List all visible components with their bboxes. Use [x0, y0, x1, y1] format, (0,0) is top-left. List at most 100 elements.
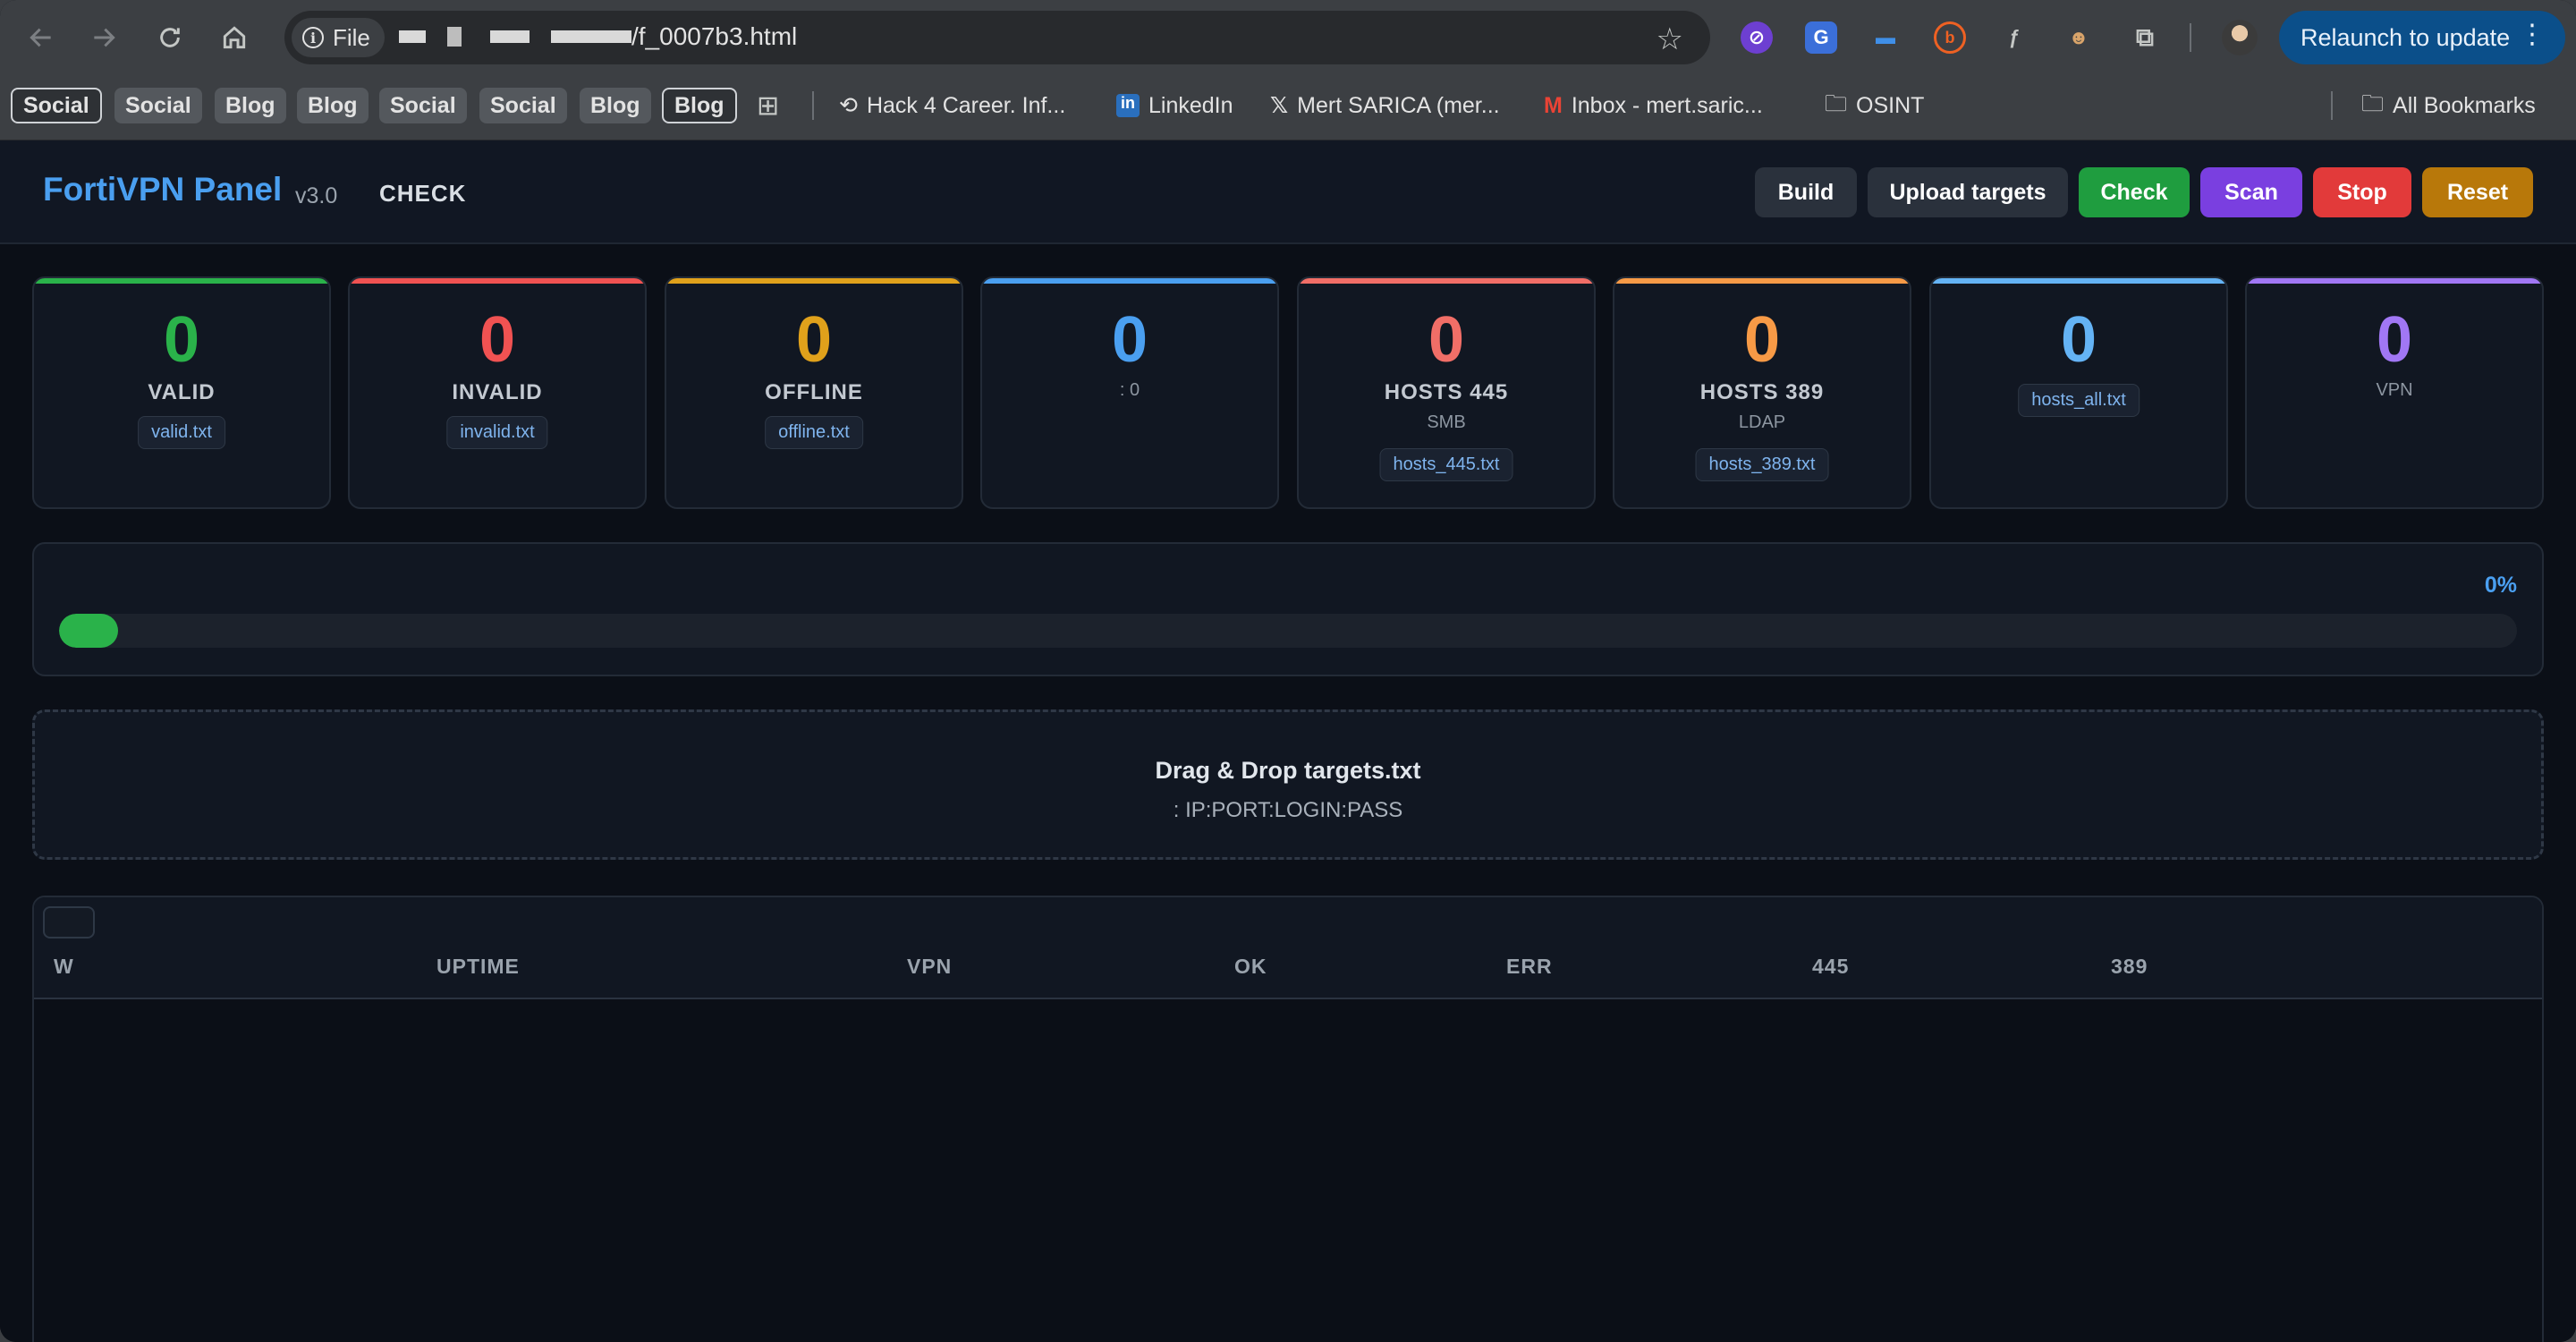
- puzzle-icon[interactable]: ⧉: [2129, 21, 2161, 54]
- mode-label: CHECK: [379, 180, 467, 207]
- stat-card-4: 0 : 0: [980, 276, 1279, 509]
- stop-button[interactable]: Stop: [2313, 167, 2411, 217]
- stat-label: OFFLINE: [765, 380, 863, 404]
- bookmark-blog[interactable]: Blog: [215, 88, 286, 123]
- bookmark-blog[interactable]: Blog: [662, 88, 737, 123]
- file-link[interactable]: valid.txt: [138, 416, 225, 449]
- reload-icon[interactable]: [150, 18, 190, 57]
- table-header: W UPTIME VPN OK ERR 445 389: [34, 897, 2542, 999]
- apps-grid-icon[interactable]: ⊞: [757, 88, 779, 123]
- stat-label: HOSTS 445: [1384, 380, 1509, 404]
- bookmark-blog[interactable]: Blog: [297, 88, 369, 123]
- progress-percent: 0%: [2484, 573, 2517, 598]
- redacted-block: [551, 30, 631, 43]
- scan-button[interactable]: Scan: [2200, 167, 2302, 217]
- column-header-w[interactable]: W: [54, 955, 74, 979]
- card-accent-bar: [1614, 278, 1910, 284]
- file-link[interactable]: hosts_445.txt: [1379, 448, 1513, 481]
- stat-card-offline: 0 OFFLINE offline.txt: [665, 276, 963, 509]
- table-filter-input[interactable]: [43, 906, 95, 939]
- card-accent-bar: [350, 278, 645, 284]
- screen-icon[interactable]: ▬: [1869, 21, 1902, 54]
- stat-value: 0: [479, 304, 516, 376]
- stat-label: HOSTS 389: [1699, 380, 1825, 404]
- column-header-445[interactable]: 445: [1812, 955, 1849, 979]
- app-header: FortiVPN Panel v3.0 CHECK Build Upload t…: [0, 140, 2576, 244]
- bookmark-social[interactable]: Social: [479, 88, 567, 123]
- url-path: /f_0007b3.html: [631, 22, 798, 50]
- stat-value: 0: [163, 304, 200, 376]
- page-content: FortiVPN Panel v3.0 CHECK Build Upload t…: [0, 140, 2576, 1342]
- folder-icon: 🗀: [1825, 90, 1848, 116]
- browser-toolbar: i File /f_0007b3.html ☆ ⊘ G ▬ b ƒ ☻ ⧉ Re…: [0, 0, 2576, 75]
- stat-sublabel: : 0: [1119, 380, 1140, 400]
- stat-card-hosts-389: 0 HOSTS 389 LDAP hosts_389.txt: [1613, 276, 1911, 509]
- progress-track: [59, 614, 2517, 648]
- card-accent-bar: [2247, 278, 2542, 284]
- stat-value: 0: [1428, 304, 1465, 376]
- stat-value: 0: [2060, 304, 2097, 376]
- bookmark-divider: [812, 91, 814, 120]
- profile-avatar[interactable]: [2222, 20, 2258, 55]
- file-link[interactable]: offline.txt: [765, 416, 863, 449]
- x-logo-icon: 𝕏: [1270, 93, 1289, 118]
- column-header-389[interactable]: 389: [2111, 955, 2148, 979]
- check-button[interactable]: Check: [2079, 167, 2190, 217]
- forward-icon[interactable]: [84, 18, 123, 57]
- browser-window: i File /f_0007b3.html ☆ ⊘ G ▬ b ƒ ☻ ⧉ Re…: [0, 0, 2576, 1342]
- bookmark-gmail[interactable]: M Inbox - mert.saric...: [1544, 88, 1763, 123]
- bookmark-star-icon[interactable]: ☆: [1657, 21, 1683, 57]
- card-accent-bar: [34, 278, 329, 284]
- column-header-ok[interactable]: OK: [1234, 955, 1267, 979]
- bookmark-hack4career[interactable]: ⟲ Hack 4 Career. Inf...: [839, 88, 1065, 123]
- column-header-err[interactable]: ERR: [1506, 955, 1553, 979]
- translate-icon[interactable]: G: [1805, 21, 1837, 54]
- bookmark-social[interactable]: Social: [114, 88, 202, 123]
- upload-targets-button[interactable]: Upload targets: [1868, 167, 2068, 217]
- reset-button[interactable]: Reset: [2422, 167, 2533, 217]
- stat-label: VALID: [148, 380, 216, 404]
- stat-value: 0: [1111, 304, 1148, 376]
- block-icon[interactable]: ⊘: [1741, 21, 1773, 54]
- address-bar[interactable]: i File /f_0007b3.html ☆: [284, 11, 1710, 64]
- history-icon: ⟲: [839, 93, 858, 118]
- home-icon[interactable]: [215, 18, 254, 57]
- back-icon[interactable]: [21, 18, 61, 57]
- bookmark-folder-osint[interactable]: 🗀 OSINT: [1825, 88, 1924, 123]
- card-accent-bar: [982, 278, 1277, 284]
- linkedin-icon: in: [1116, 94, 1140, 117]
- bookmark-linkedin[interactable]: in LinkedIn: [1116, 88, 1233, 123]
- relaunch-label: Relaunch to update: [2301, 23, 2511, 51]
- feather-icon[interactable]: ƒ: [1998, 21, 2030, 54]
- agent-icon[interactable]: ☻: [2063, 21, 2095, 54]
- targets-dropzone[interactable]: Drag & Drop targets.txt : IP:PORT:LOGIN:…: [32, 709, 2544, 860]
- card-accent-bar: [666, 278, 962, 284]
- column-header-vpn[interactable]: VPN: [907, 955, 952, 979]
- file-link[interactable]: hosts_all.txt: [2018, 384, 2140, 417]
- bookmark-blog[interactable]: Blog: [580, 88, 651, 123]
- folder-icon: 🗀: [2361, 90, 2385, 116]
- url-text: /f_0007b3.html: [399, 22, 797, 51]
- stats-cards: 0 VALID valid.txt 0 INVALID invalid.txt …: [32, 276, 2544, 509]
- stat-card-invalid: 0 INVALID invalid.txt: [348, 276, 647, 509]
- gmail-icon: M: [1544, 92, 1563, 118]
- relaunch-button[interactable]: Relaunch to update ⋮: [2279, 11, 2565, 64]
- bookmark-folder-all[interactable]: 🗀 All Bookmarks: [2361, 88, 2536, 123]
- bookmark-label: LinkedIn: [1148, 92, 1233, 118]
- column-header-uptime[interactable]: UPTIME: [436, 955, 520, 979]
- file-link[interactable]: invalid.txt: [446, 416, 548, 449]
- file-link[interactable]: hosts_389.txt: [1695, 448, 1829, 481]
- bookmark-social[interactable]: Social: [11, 88, 102, 123]
- bookmark-social[interactable]: Social: [379, 88, 467, 123]
- stat-value: 0: [795, 304, 833, 376]
- bitly-icon[interactable]: b: [1934, 21, 1966, 54]
- redacted-block: [447, 27, 462, 47]
- workers-table: W UPTIME VPN OK ERR 445 389: [32, 896, 2544, 1342]
- stat-card-vpn: 0 VPN: [2245, 276, 2544, 509]
- bookmark-divider: [2331, 91, 2333, 120]
- site-info-chip[interactable]: i File: [292, 18, 385, 57]
- bookmark-x[interactable]: 𝕏 Mert SARICA (mer...: [1270, 88, 1500, 123]
- build-button[interactable]: Build: [1755, 167, 1857, 217]
- card-accent-bar: [1931, 278, 2226, 284]
- kebab-menu-icon: ⋮: [2519, 20, 2546, 49]
